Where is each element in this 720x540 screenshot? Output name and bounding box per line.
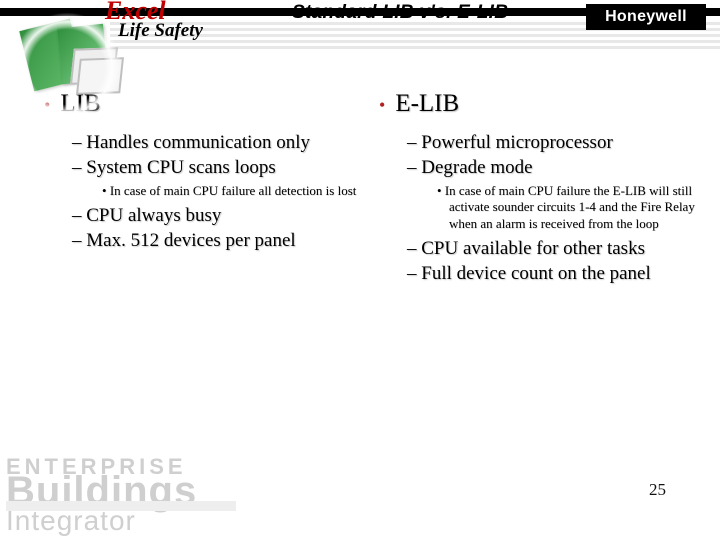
elib-point: CPU available for other tasks: [407, 238, 702, 260]
elib-point: Degrade mode: [407, 157, 702, 179]
elib-subpoint: In case of main CPU failure the E-LIB wi…: [437, 183, 702, 232]
lib-subpoint: In case of main CPU failure all detectio…: [102, 183, 367, 199]
product-subname: Life Safety: [118, 20, 203, 42]
column-lib: • LIB Handles communication only System …: [44, 90, 367, 288]
lib-point: System CPU scans loops: [72, 157, 367, 179]
slide-title: Standard LIB v's. E-LIB: [292, 2, 508, 24]
elib-heading: E-LIB: [395, 90, 459, 118]
board-illustration: [18, 18, 118, 103]
bullet-icon: •: [379, 90, 385, 126]
honeywell-logo: Honeywell: [586, 4, 706, 30]
page-number: 25: [649, 480, 666, 500]
elib-point: Powerful microprocessor: [407, 132, 702, 154]
lib-point: CPU always busy: [72, 205, 367, 227]
lib-point: Max. 512 devices per panel: [72, 230, 367, 252]
honeywell-logo-text: Honeywell: [605, 8, 687, 26]
lib-point: Handles communication only: [72, 132, 367, 154]
column-elib: • E-LIB Powerful microprocessor Degrade …: [379, 90, 702, 288]
ebi-band: [6, 501, 236, 511]
elib-point: Full device count on the panel: [407, 263, 702, 285]
ebi-watermark: ENTERPRISE Buildings Integrator: [6, 457, 197, 534]
